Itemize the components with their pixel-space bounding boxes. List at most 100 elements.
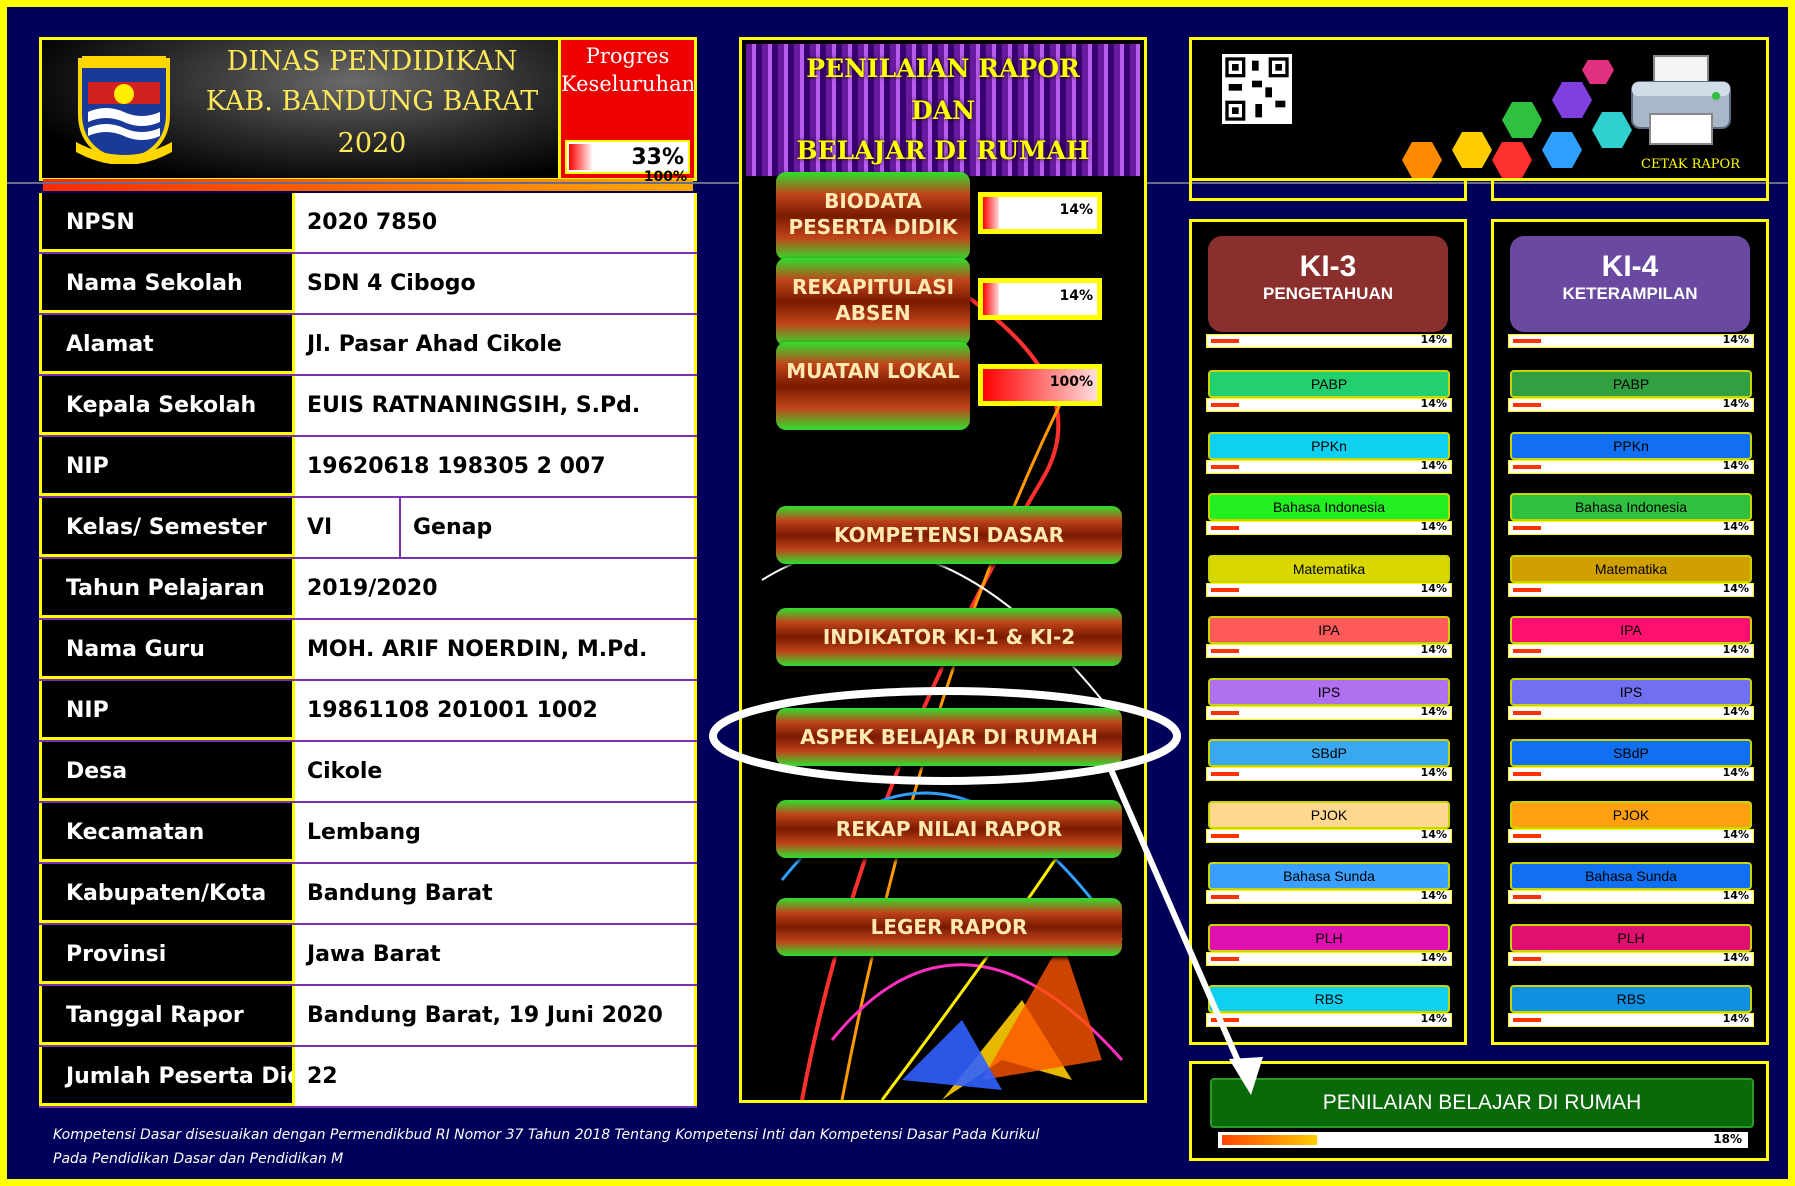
subject-progress-fill [1211,1018,1239,1022]
subject-button[interactable]: IPS [1510,677,1752,706]
subject-button[interactable]: RBS [1510,985,1752,1013]
info-value[interactable]: SDN 4 Cibogo [295,254,697,313]
info-row: Jumlah Peserta Did 22 [39,1047,697,1108]
info-row: Kepala Sekolah EUIS RATNANINGSIH, S.Pd. [39,376,697,437]
ki3-title: KI-3 [1299,250,1357,283]
subject-progress-fill [1513,772,1541,776]
ki4-column: KI-4 KETERAMPILAN 14% PABP 14% PPKn 14% Bahas… [1491,219,1769,1045]
subject-button[interactable]: Bahasa Indonesia [1208,493,1450,521]
menu-progress-fill [983,197,999,229]
info-label: Alamat [39,315,295,374]
menu-progress-fill [983,283,999,315]
subject-button[interactable]: SBdP [1208,739,1450,767]
info-value[interactable]: Lembang [295,803,697,862]
subject-button[interactable]: PJOK [1208,800,1450,829]
subject-progress-bar: 14% [1508,333,1754,348]
footnote-line-1: Kompetensi Dasar disesuaikan dengan Perm… [53,1127,1040,1143]
menu-button[interactable]: KOMPETENSI DASAR [776,506,1122,564]
info-row: NPSN 2020 7850 [39,193,697,254]
info-value[interactable]: MOH. ARIF NOERDIN, M.Pd. [295,620,697,679]
menu-button-small[interactable]: BIODATA PESERTA DIDIK [776,172,970,260]
subject-progress-bar: 14% [1508,582,1754,597]
info-value[interactable]: 19861108 201001 1002 [295,681,697,740]
info-value[interactable]: Jl. Pasar Ahad Cikole [295,315,697,374]
info-row: Nama Guru MOH. ARIF NOERDIN, M.Pd. [39,620,697,681]
info-value-secondary[interactable]: Genap [401,498,697,557]
subject-button[interactable]: Bahasa Indonesia [1510,493,1752,521]
subject-progress-fill [1211,464,1239,469]
overall-progress-box: Progres Keseluruhan 33% [558,40,694,178]
info-value[interactable]: 2020 7850 [295,193,697,252]
subject-progress-bar: 14% [1508,397,1754,412]
subject-button[interactable]: IPS [1208,677,1450,706]
subject-button[interactable]: Matematika [1510,554,1752,583]
subject-progress-bar: 14% [1508,459,1754,474]
subject-progress-value: 14% [1722,950,1749,964]
subject-progress-bar: 14% [1508,705,1754,720]
menu-button-small[interactable]: MUATAN LOKAL [776,342,970,430]
subject-progress-value: 14% [1722,827,1749,841]
menu-button[interactable]: ASPEK BELAJAR DI RUMAH [776,708,1122,766]
subject-button[interactable]: PLH [1208,923,1450,952]
subject-progress-fill [1513,403,1541,407]
info-value[interactable]: 2019/2020 [295,559,697,618]
subject-button[interactable]: PABP [1208,370,1450,398]
subject-button[interactable]: SBdP [1510,739,1752,767]
print-report-label[interactable]: CETAK RAPOR [1641,157,1740,172]
subject-button[interactable]: PPKn [1208,431,1450,460]
info-value[interactable]: 22 [295,1047,697,1106]
menu-button[interactable]: LEGER RAPOR [776,898,1122,956]
info-label: Kabupaten/Kota [39,864,295,923]
subject-button[interactable]: IPA [1510,616,1752,644]
menu-button[interactable]: REKAP NILAI RAPOR [776,800,1122,858]
menu-progress-track: 14% [983,197,1097,229]
info-value[interactable]: VI [295,498,401,557]
info-label: Desa [39,742,295,801]
subject-progress-bar: 14% [1206,397,1452,412]
subject-progress-bar: 14% [1508,827,1754,843]
subject-progress-bar: 14% [1206,333,1452,348]
subject-progress-bar: 14% [1206,520,1452,535]
info-value[interactable]: Cikole [295,742,697,801]
header-title-area: DINAS PENDIDIKAN KAB. BANDUNG BARAT 2020 [42,40,558,178]
subject-progress-fill [1211,526,1239,530]
info-row: NIP 19861108 201001 1002 [39,681,697,742]
subject-progress-fill [1211,772,1239,776]
info-value[interactable]: Jawa Barat [295,925,697,984]
menu-title-line-3: BELAJAR DI RUMAH [796,136,1090,165]
subject-progress-bar: 14% [1508,1012,1754,1027]
subject-progress-value: 14% [1420,766,1447,779]
info-value[interactable]: 19620618 198305 2 007 [295,437,697,496]
info-label: Nama Sekolah [39,254,295,313]
info-label: Kepala Sekolah [39,376,295,435]
subject-progress-fill [1513,649,1541,653]
subject-button[interactable]: PLH [1510,923,1752,952]
penilaian-belajar-di-rumah-button[interactable]: PENILAIAN BELAJAR DI RUMAH [1210,1078,1754,1128]
menu-progress-value: 100% [1049,374,1093,390]
qr-code-icon[interactable] [1222,54,1292,124]
ki4-header-button[interactable]: KI-4 KETERAMPILAN [1510,236,1750,332]
info-row: Alamat Jl. Pasar Ahad Cikole [39,315,697,376]
subject-button[interactable]: RBS [1208,985,1450,1013]
subject-button[interactable]: PJOK [1510,800,1752,829]
info-label: Kelas/ Semester [39,498,295,557]
subject-button[interactable]: IPA [1208,616,1450,644]
menu-progress-track: 100% [983,369,1097,401]
subject-button[interactable]: PABP [1510,370,1752,398]
ki3-header-button[interactable]: KI-3 PENGETAHUAN [1208,236,1448,332]
subject-button[interactable]: Matematika [1208,554,1450,583]
menu-button[interactable]: INDIKATOR KI-1 & KI-2 [776,608,1122,666]
hexagon-decoration [1402,60,1632,178]
belajar-di-rumah-progress: 18% [1218,1132,1748,1148]
info-value[interactable]: EUIS RATNANINGSIH, S.Pd. [295,376,697,435]
subject-button[interactable]: Bahasa Sunda [1510,862,1752,890]
subject-progress-bar: 14% [1206,1012,1452,1027]
info-value[interactable]: Bandung Barat, 19 Juni 2020 [295,986,697,1045]
info-row: Tanggal Rapor Bandung Barat, 19 Juni 2020 [39,986,697,1047]
menu-button-small[interactable]: REKAPITULASI ABSEN [776,258,970,346]
subject-button[interactable]: Bahasa Sunda [1208,862,1450,890]
printer-icon[interactable] [1626,52,1736,148]
right-top-panel: CETAK RAPOR [1189,37,1769,181]
info-value[interactable]: Bandung Barat [295,864,697,923]
subject-button[interactable]: PPKn [1510,431,1752,460]
